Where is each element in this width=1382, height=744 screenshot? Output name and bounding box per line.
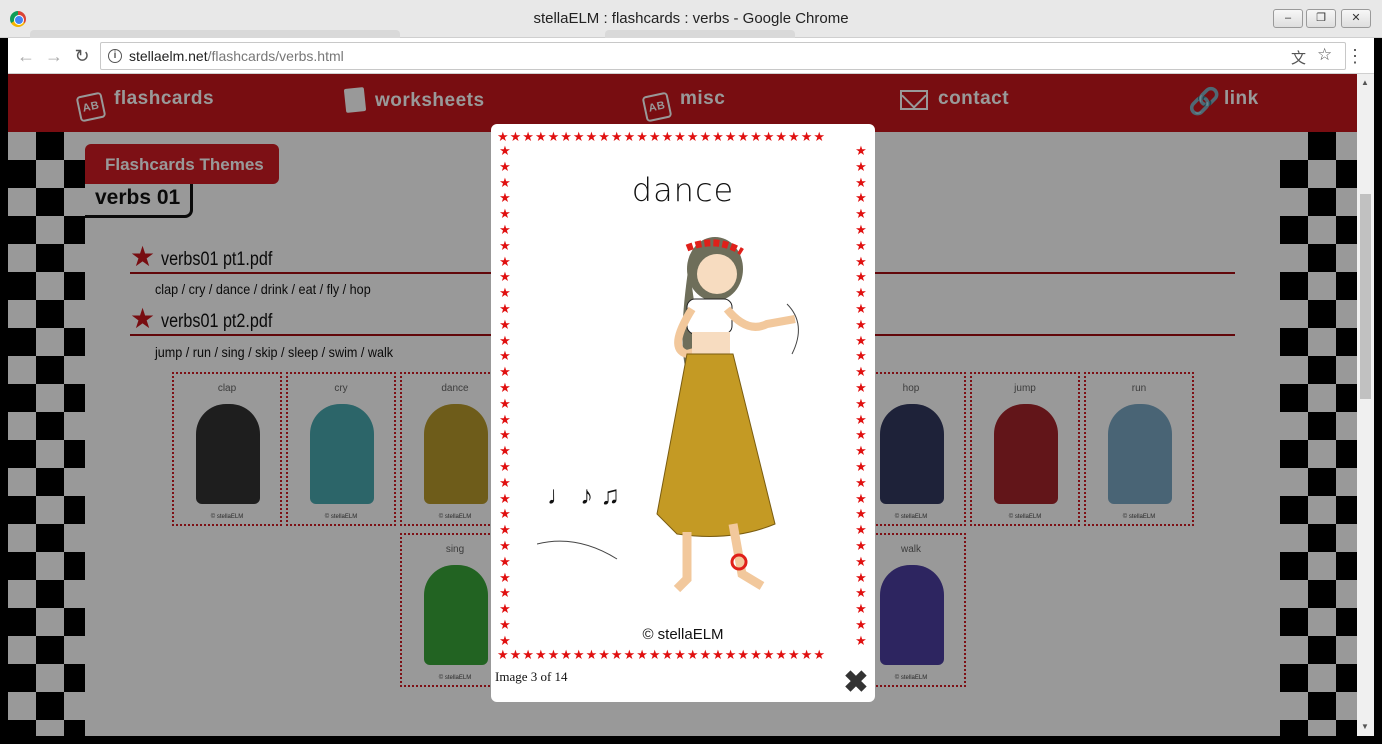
- lightbox-close-button[interactable]: ✖: [841, 668, 871, 698]
- forward-button[interactable]: →: [44, 46, 64, 66]
- star-border-right: ★ ★ ★ ★ ★ ★ ★ ★ ★ ★ ★ ★ ★ ★ ★ ★ ★ ★ ★ ★ ★ ★ ★ ★ ★ ★ ★ ★ ★ ★ ★ ★: [855, 143, 867, 648]
- url-host: stellaelm.net: [129, 48, 208, 64]
- scroll-up-icon[interactable]: ▲: [1361, 78, 1369, 87]
- star-border-bottom: ★★★★★★★★★★★★★★★★★★★★★★★★★★: [497, 647, 827, 662]
- minimize-button[interactable]: –: [1273, 9, 1303, 28]
- site-info-icon[interactable]: i: [108, 49, 122, 63]
- back-button[interactable]: ←: [16, 46, 36, 66]
- motion-lines: [537, 540, 618, 560]
- window-title: stellaELM : flashcards : verbs - Google …: [533, 10, 849, 27]
- dancing-girl-illustration: ♩ ♪ ♫: [537, 237, 799, 593]
- card-copyright: © stellaELM: [642, 626, 724, 643]
- arm-right: [723, 306, 796, 331]
- bookmark-star-icon[interactable]: ☆: [1317, 45, 1332, 65]
- midriff: [692, 332, 730, 354]
- motion-lines-2: [786, 303, 799, 355]
- url-path: /flashcards/verbs.html: [207, 48, 344, 64]
- translate-icon[interactable]: 文: [1291, 47, 1306, 68]
- star-border-left: ★ ★ ★ ★ ★ ★ ★ ★ ★ ★ ★ ★ ★ ★ ★ ★ ★ ★ ★ ★ ★ ★ ★ ★ ★ ★ ★ ★ ★ ★ ★ ★: [499, 143, 511, 648]
- url-text[interactable]: stellaelm.net/flashcards/verbs.html: [129, 48, 344, 64]
- lightbox-caption: Image 3 of 14: [495, 669, 568, 684]
- tab-strip-edge-2: [605, 30, 795, 38]
- browser-toolbar: ← → ↻ i stellaelm.net/flashcards/verbs.h…: [8, 38, 1374, 74]
- close-window-button[interactable]: ✕: [1341, 9, 1371, 28]
- lightbox: ★★★★★★★★★★★★★★★★★★★★★★★★★★ ★ ★ ★ ★ ★ ★ ★ ★ ★ ★ ★ ★ ★…: [491, 124, 875, 702]
- grass-skirt: [656, 353, 776, 537]
- browser-menu-icon[interactable]: ⋮: [1346, 47, 1364, 65]
- card-word: dance: [631, 171, 735, 209]
- address-bar[interactable]: i stellaelm.net/flashcards/verbs.html 文 …: [100, 42, 1346, 70]
- restore-button[interactable]: ❐: [1306, 9, 1336, 28]
- reload-button[interactable]: ↻: [72, 46, 92, 66]
- scroll-down-icon[interactable]: ▼: [1361, 722, 1369, 731]
- page-viewport: AB flashcards worksheets AB misc contact 🔗…: [8, 74, 1357, 736]
- star-border-top: ★★★★★★★★★★★★★★★★★★★★★★★★★★: [497, 129, 827, 144]
- flashcard: ★★★★★★★★★★★★★★★★★★★★★★★★★★ ★ ★ ★ ★ ★ ★ ★ ★ ★ ★ ★ ★ ★…: [497, 129, 869, 663]
- top: [686, 298, 733, 335]
- tab-strip-edge: [30, 30, 400, 38]
- page-scrollbar[interactable]: ▲ ▼: [1357, 74, 1374, 736]
- scroll-thumb[interactable]: [1360, 194, 1371, 399]
- face: [697, 254, 737, 294]
- window-titlebar: stellaELM : flashcards : verbs - Google …: [0, 0, 1382, 38]
- leg-left: [673, 532, 692, 593]
- music-notes: ♩ ♪ ♫: [547, 480, 620, 510]
